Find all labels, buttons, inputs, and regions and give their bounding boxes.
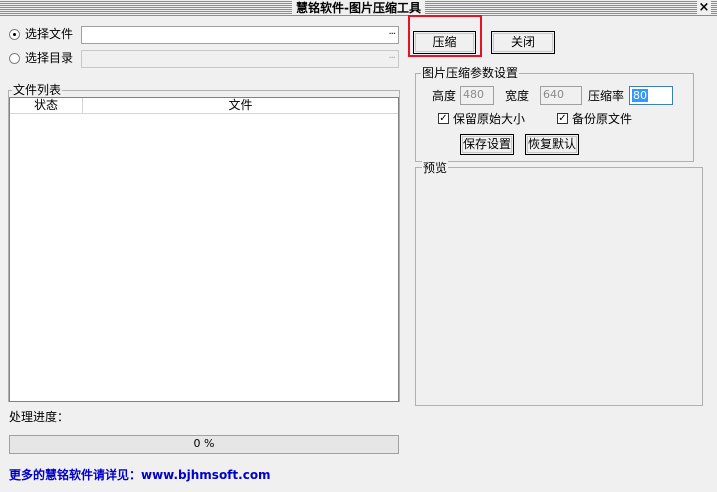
file-list-table[interactable]: 状态 文件 xyxy=(9,97,399,402)
width-label: 宽度 xyxy=(505,89,530,103)
select-file-radio[interactable] xyxy=(9,29,20,40)
browse-file-button[interactable]: ··· xyxy=(388,28,395,42)
file-path-field[interactable]: ··· xyxy=(81,26,399,44)
footer-link[interactable]: 更多的慧铭软件请详见：www.bjhmsoft.com xyxy=(9,466,271,483)
params-label: 图片压缩参数设置 xyxy=(421,66,520,80)
file-list-header: 状态 文件 xyxy=(10,98,398,114)
close-button[interactable]: 关闭 xyxy=(491,31,555,54)
column-status[interactable]: 状态 xyxy=(10,98,83,113)
width-input[interactable]: 640 xyxy=(540,86,582,105)
restore-default-button[interactable]: 恢复默认 xyxy=(525,134,579,155)
height-label: 高度 xyxy=(432,89,457,103)
progress-label: 处理进度： xyxy=(9,410,70,424)
ratio-input[interactable]: 80 xyxy=(629,86,673,105)
window-title: 慧铭软件-图片压缩工具 xyxy=(0,0,717,16)
file-list-label: 文件列表 xyxy=(12,83,63,97)
ratio-label: 压缩率 xyxy=(588,89,625,103)
progress-bar: 0 % xyxy=(9,435,399,454)
preview-group xyxy=(415,167,703,406)
backup-label: 备份原文件 xyxy=(572,112,633,126)
progress-text: 0 % xyxy=(193,437,215,450)
keep-size-label: 保留原始大小 xyxy=(453,112,526,126)
browse-dir-button[interactable]: ··· xyxy=(388,52,395,66)
column-file[interactable]: 文件 xyxy=(83,98,398,113)
ratio-value: 80 xyxy=(632,89,648,102)
backup-checkbox[interactable]: ✓ xyxy=(557,113,568,124)
select-file-label: 选择文件 xyxy=(25,27,74,41)
compress-button[interactable]: 压缩 xyxy=(413,31,476,54)
preview-label: 预览 xyxy=(422,161,449,175)
select-dir-radio[interactable] xyxy=(9,53,20,64)
close-window-icon[interactable]: × xyxy=(697,1,711,15)
keep-size-checkbox[interactable]: ✓ xyxy=(438,113,449,124)
save-settings-button[interactable]: 保存设置 xyxy=(460,134,514,155)
select-dir-label: 选择目录 xyxy=(25,51,74,65)
dir-path-field[interactable]: ··· xyxy=(81,50,399,68)
height-input[interactable]: 480 xyxy=(460,86,494,105)
